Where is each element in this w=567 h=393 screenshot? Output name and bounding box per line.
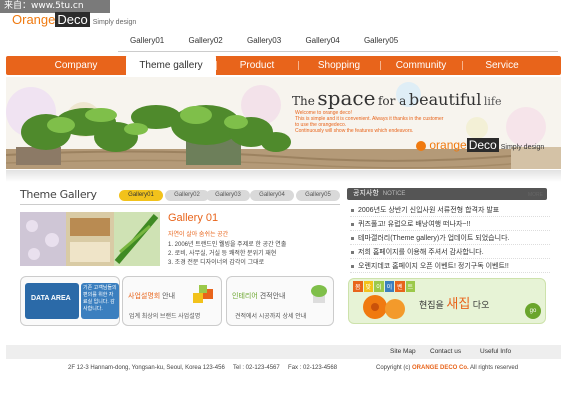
gallery-tab-02[interactable]: Gallery02: [165, 190, 209, 201]
notice-en: NOTICE: [382, 191, 406, 197]
nav-shopping[interactable]: Shopping: [298, 56, 380, 75]
banner-logo-orange: orange: [429, 138, 467, 152]
sub-navigation: Gallery01 Gallery02 Gallery03 Gallery04 …: [130, 36, 420, 52]
logo-orange: Orange: [12, 12, 56, 27]
gallery-tab-04[interactable]: Gallery04: [250, 190, 294, 201]
interior-estimate-banner[interactable]: 인테리어 견적안내 견적에서 시공까지 상세 안내: [226, 276, 334, 326]
nav-community[interactable]: Community: [380, 56, 462, 75]
banner-line: Continuously will show the features whic…: [295, 128, 414, 134]
interior-title-sub: 견적안내: [259, 293, 286, 300]
business-title-sub: 안내: [162, 293, 176, 300]
banner-the: The: [292, 94, 315, 108]
banner-headline: The space for a beautiful life: [292, 86, 502, 110]
notice-item[interactable]: 오렌지데코 홈페이지 오픈 이벤트! 정기구독 이벤트!!: [350, 260, 550, 273]
gallery-tab-03[interactable]: Gallery03: [206, 190, 250, 201]
banner-logo-deco: Deco: [466, 138, 499, 152]
subnav-gallery01[interactable]: Gallery01: [130, 36, 164, 45]
subnav-gallery04[interactable]: Gallery04: [305, 36, 339, 45]
copyright-brand: ORANGE DECO Co.: [412, 365, 469, 371]
orange-flower-icon: [363, 295, 405, 319]
copyright-post: All rights reserved: [470, 365, 519, 371]
theme-gallery-title: Theme Gallery: [20, 188, 97, 201]
event-text-2: 새집: [446, 296, 471, 311]
cubes-icon: [193, 285, 213, 303]
gallery-tab-05[interactable]: Gallery05: [296, 190, 340, 201]
banner-space: space: [317, 86, 376, 110]
logo-deco: Deco: [55, 12, 90, 27]
data-area-banner[interactable]: DATA AREA 기존 고객님들의 편의를 위한 자료실 입니다. 감사합니다…: [20, 276, 120, 326]
subnav-gallery02[interactable]: Gallery02: [188, 36, 222, 45]
gallery-tab-01[interactable]: Gallery01: [119, 190, 163, 201]
gallery-feature: 1. 2006년 트랜드인 웰빙을 주제로 한 공간 연출: [168, 242, 287, 248]
business-briefing-banner[interactable]: 사업설명회 안내 업계 최상의 브랜드 사업설명: [122, 276, 222, 326]
interior-text: 견적에서 시공까지 상세 안내: [235, 314, 307, 320]
nav-theme-gallery[interactable]: Theme gallery: [126, 54, 216, 75]
orange-circle-icon: [416, 140, 426, 151]
event-text: 현집을 새집 다오: [419, 293, 489, 312]
gallery-thumbnails[interactable]: [20, 212, 160, 266]
banner-logo: orange Deco Simply design: [416, 138, 544, 155]
subnav-gallery03[interactable]: Gallery03: [247, 36, 281, 45]
nav-service[interactable]: Service: [462, 56, 542, 75]
data-area-badge: DATA AREA: [25, 283, 79, 319]
site-logo[interactable]: Orange Deco Simply design: [12, 12, 136, 30]
copyright-pre: Copyright (c): [376, 365, 411, 371]
main-navigation: Company Theme gallery Product Shopping C…: [6, 54, 561, 75]
footer-link-contact[interactable]: Contact us: [430, 348, 461, 355]
banner-for-a: for a: [377, 94, 407, 108]
subnav-gallery05[interactable]: Gallery05: [364, 36, 398, 45]
notice-item[interactable]: 퀴즈풀고! 유럽으로 배낭여행 떠나자~!!: [350, 218, 550, 231]
section-shadow: [6, 170, 561, 182]
notice-item[interactable]: 2006년도 상반기 신입사원 서류전형 합격자 발표: [350, 204, 550, 217]
business-title: 사업설명회 안내: [128, 291, 175, 301]
plant-pot-icon: [311, 285, 327, 303]
gallery-heading: Gallery 01: [168, 212, 219, 224]
footer-copyright: Copyright (c) ORANGE DECO Co. All rights…: [376, 365, 518, 371]
footer-address: 2F 12-3 Hannam-dong, Yongsan-ku, Seoul, …: [68, 365, 338, 371]
data-area-text: 기존 고객님들의 편의를 위한 자료실 입니다. 감사합니다.: [81, 283, 119, 319]
event-text-3: 다오: [472, 300, 490, 310]
banner-welcome-text: Welcome to orange deco! This is simple a…: [295, 110, 475, 134]
logo-tagline: Simply design: [92, 19, 137, 26]
footer-link-useful-info[interactable]: Useful Info: [480, 348, 511, 355]
notice-header: 공지사항 NOTICE: [347, 188, 547, 200]
event-text-1: 현집을: [419, 300, 444, 310]
nav-product[interactable]: Product: [216, 56, 298, 75]
interior-title-main: 인테리어: [232, 293, 258, 300]
banner-logo-tagline: Simply design: [500, 144, 545, 151]
gallery-feature: 3. 조경 전문 디자이너의 감각이 그대로: [168, 260, 265, 266]
data-area-title: DATA AREA: [31, 295, 71, 302]
footer-link-sitemap[interactable]: Site Map: [390, 348, 416, 355]
footer-bar: [6, 345, 561, 359]
gallery-subtitle: 자연이 살아 숨쉬는 공간: [168, 232, 229, 238]
business-title-main: 사업설명회: [128, 293, 161, 300]
notice-title: 공지사항: [353, 190, 379, 197]
banner-beautiful: beautiful: [408, 90, 482, 109]
notice-item[interactable]: 저희 홈페이지를 이용해 주셔서 감사합니다.: [350, 246, 550, 259]
nav-company[interactable]: Company: [26, 56, 126, 75]
spring-event-banner[interactable]: 봄 맞 이 이 벤 트 현집을 새집 다오 go: [348, 278, 546, 324]
notice-item[interactable]: 테마갤러리(Theme gallery)가 업데이트 되었습니다.: [350, 232, 550, 245]
event-go-button[interactable]: go: [525, 303, 541, 319]
interior-title: 인테리어 견적안내: [232, 291, 285, 301]
subnav-divider: [118, 51, 558, 52]
business-text: 업계 최상의 브랜드 사업설명: [129, 314, 201, 320]
gallery-divider: [20, 204, 340, 205]
banner-life: life: [483, 95, 502, 108]
notice-more-link[interactable]: MORE: [528, 192, 543, 198]
gallery-feature: 2. 로비, 사무실, 거실 등 쾌적한 분위기 재현: [168, 251, 277, 257]
